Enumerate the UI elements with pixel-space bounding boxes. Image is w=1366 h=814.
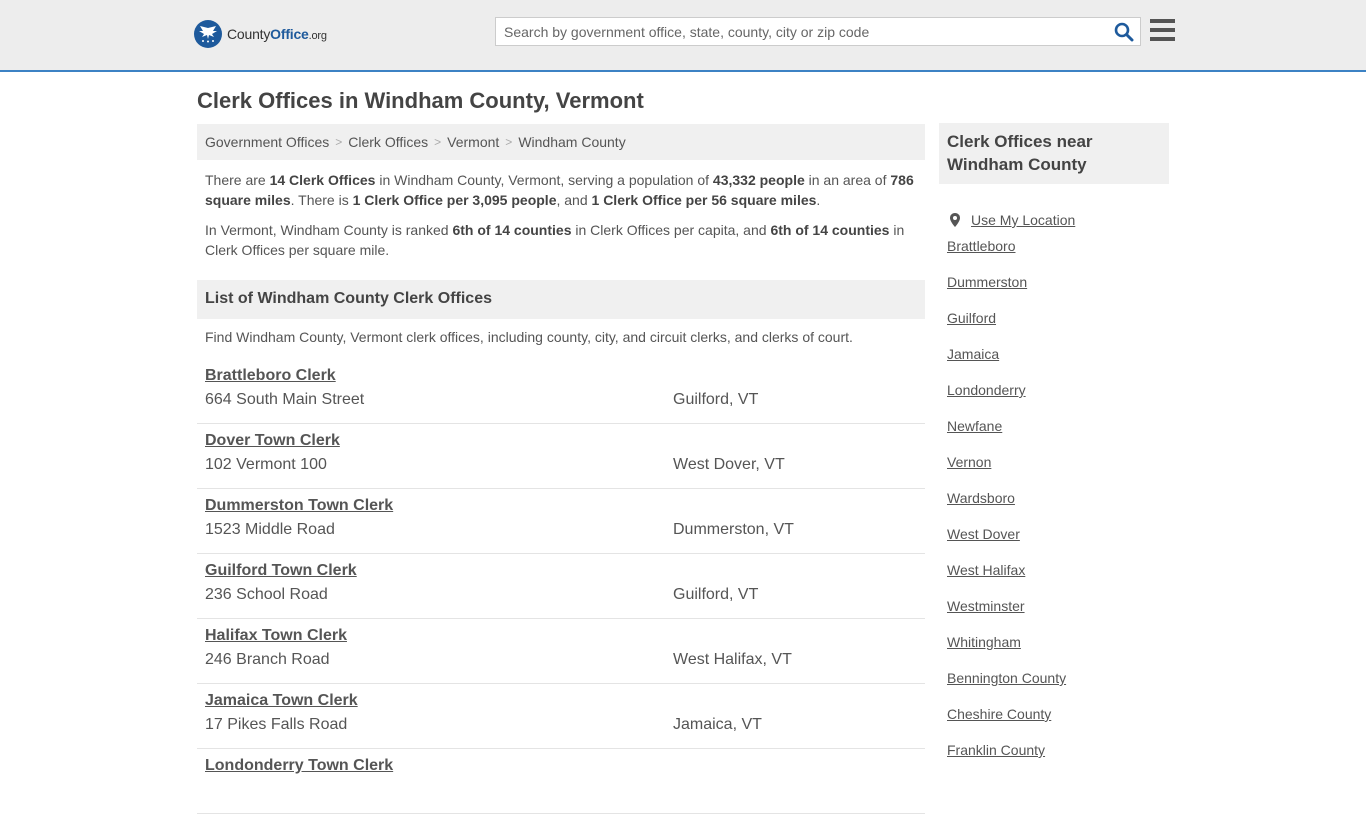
office-city: Dummerston, VT bbox=[673, 521, 794, 538]
main-content: Government Offices > Clerk Offices > Ver… bbox=[197, 124, 925, 814]
office-city: West Halifax, VT bbox=[673, 651, 792, 668]
sidebar-link-brattleboro[interactable]: Brattleboro bbox=[947, 238, 1015, 254]
use-my-location-link[interactable]: Use My Location bbox=[971, 212, 1075, 228]
sidebar-item: Wardsboro bbox=[947, 490, 1161, 526]
breadcrumb-windham-county: Windham County bbox=[518, 134, 626, 150]
sidebar-link-franklin-county[interactable]: Franklin County bbox=[947, 742, 1045, 758]
site-logo[interactable]: CountyOffice.org bbox=[194, 20, 327, 48]
office-row: Dover Town Clerk 102 Vermont 100 West Do… bbox=[197, 424, 925, 489]
office-row: Dummerston Town Clerk 1523 Middle Road D… bbox=[197, 489, 925, 554]
office-name-link[interactable]: Dummerston Town Clerk bbox=[205, 497, 393, 515]
sidebar-title: Clerk Offices near Windham County bbox=[939, 123, 1169, 184]
office-city: Jamaica, VT bbox=[673, 716, 762, 733]
office-row: Guilford Town Clerk 236 School Road Guil… bbox=[197, 554, 925, 619]
sidebar-item: Westminster bbox=[947, 598, 1161, 634]
sidebar-item: Vernon bbox=[947, 454, 1161, 490]
office-city: West Dover, VT bbox=[673, 456, 785, 473]
office-name-link[interactable]: Halifax Town Clerk bbox=[205, 627, 347, 645]
list-header: List of Windham County Clerk Offices bbox=[197, 280, 925, 319]
sidebar: Clerk Offices near Windham County Use My… bbox=[939, 123, 1169, 778]
breadcrumb-separator: > bbox=[505, 135, 513, 149]
search-icon[interactable] bbox=[1114, 22, 1134, 42]
sidebar-item: Newfane bbox=[947, 418, 1161, 454]
eagle-logo-icon bbox=[194, 20, 222, 48]
sidebar-link-guilford[interactable]: Guilford bbox=[947, 310, 996, 326]
office-row: Jamaica Town Clerk 17 Pikes Falls Road J… bbox=[197, 684, 925, 749]
office-name-link[interactable]: Dover Town Clerk bbox=[205, 432, 340, 450]
location-pin-icon bbox=[950, 213, 960, 227]
office-name-link[interactable]: Guilford Town Clerk bbox=[205, 562, 357, 580]
sidebar-item: Brattleboro bbox=[947, 238, 1161, 274]
hamburger-menu-icon[interactable] bbox=[1150, 19, 1175, 41]
sidebar-item: Cheshire County bbox=[947, 706, 1161, 742]
office-city: Guilford, VT bbox=[673, 586, 759, 603]
sidebar-item: Dummerston bbox=[947, 274, 1161, 310]
breadcrumb-government-offices[interactable]: Government Offices bbox=[205, 134, 329, 150]
sidebar-link-whitingham[interactable]: Whitingham bbox=[947, 634, 1021, 650]
office-name-link[interactable]: Londonderry Town Clerk bbox=[205, 757, 393, 775]
search-box bbox=[495, 17, 1141, 46]
sidebar-item: Franklin County bbox=[947, 742, 1161, 778]
use-location-item: Use My Location bbox=[947, 202, 1161, 238]
office-name-link[interactable]: Brattleboro Clerk bbox=[205, 367, 336, 385]
sidebar-link-wardsboro[interactable]: Wardsboro bbox=[947, 490, 1015, 506]
sidebar-link-west-dover[interactable]: West Dover bbox=[947, 526, 1020, 542]
sidebar-link-jamaica[interactable]: Jamaica bbox=[947, 346, 999, 362]
intro-text: There are 14 Clerk Offices in Windham Co… bbox=[197, 170, 925, 260]
office-address: 236 School Road bbox=[205, 586, 328, 603]
sidebar-link-vernon[interactable]: Vernon bbox=[947, 454, 991, 470]
office-row: Brattleboro Clerk 664 South Main Street … bbox=[197, 359, 925, 424]
top-bar: CountyOffice.org bbox=[0, 0, 1366, 72]
sidebar-item: Londonderry bbox=[947, 382, 1161, 418]
logo-text: CountyOffice.org bbox=[227, 26, 327, 42]
breadcrumb-clerk-offices[interactable]: Clerk Offices bbox=[348, 134, 428, 150]
breadcrumb: Government Offices > Clerk Offices > Ver… bbox=[197, 124, 925, 160]
sidebar-link-newfane[interactable]: Newfane bbox=[947, 418, 1002, 434]
sidebar-list: Use My Location Brattleboro Dummerston G… bbox=[939, 184, 1169, 778]
sidebar-link-bennington-county[interactable]: Bennington County bbox=[947, 670, 1066, 686]
office-address: 1523 Middle Road bbox=[205, 521, 335, 538]
sidebar-item: Guilford bbox=[947, 310, 1161, 346]
search-input[interactable] bbox=[496, 18, 1096, 45]
office-address: 102 Vermont 100 bbox=[205, 456, 327, 473]
page-title: Clerk Offices in Windham County, Vermont bbox=[197, 88, 644, 113]
sidebar-link-londonderry[interactable]: Londonderry bbox=[947, 382, 1026, 398]
office-name-link[interactable]: Jamaica Town Clerk bbox=[205, 692, 358, 710]
sidebar-item: West Dover bbox=[947, 526, 1161, 562]
office-address: 246 Branch Road bbox=[205, 651, 330, 668]
sidebar-link-dummerston[interactable]: Dummerston bbox=[947, 274, 1027, 290]
sidebar-link-westminster[interactable]: Westminster bbox=[947, 598, 1025, 614]
office-row: Londonderry Town Clerk bbox=[197, 749, 925, 814]
sidebar-link-west-halifax[interactable]: West Halifax bbox=[947, 562, 1025, 578]
sidebar-item: Jamaica bbox=[947, 346, 1161, 382]
office-row: Halifax Town Clerk 246 Branch Road West … bbox=[197, 619, 925, 684]
list-description: Find Windham County, Vermont clerk offic… bbox=[205, 329, 853, 345]
intro-paragraph-summary: There are 14 Clerk Offices in Windham Co… bbox=[205, 172, 914, 208]
sidebar-item: Bennington County bbox=[947, 670, 1161, 706]
intro-paragraph-ranking: In Vermont, Windham County is ranked 6th… bbox=[205, 222, 905, 258]
sidebar-item: West Halifax bbox=[947, 562, 1161, 598]
sidebar-item: Whitingham bbox=[947, 634, 1161, 670]
office-city: Guilford, VT bbox=[673, 391, 759, 408]
breadcrumb-vermont[interactable]: Vermont bbox=[447, 134, 499, 150]
office-address: 17 Pikes Falls Road bbox=[205, 716, 348, 733]
breadcrumb-separator: > bbox=[335, 135, 343, 149]
breadcrumb-separator: > bbox=[434, 135, 442, 149]
office-address: 664 South Main Street bbox=[205, 391, 365, 408]
sidebar-link-cheshire-county[interactable]: Cheshire County bbox=[947, 706, 1051, 722]
